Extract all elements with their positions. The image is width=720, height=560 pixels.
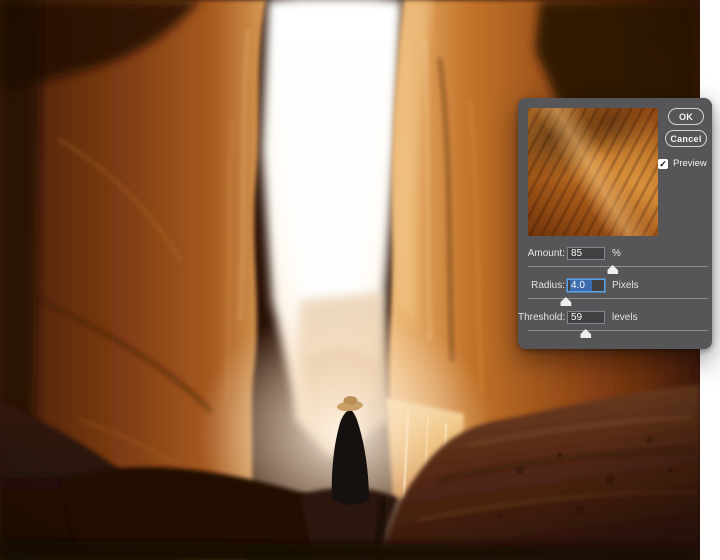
radius-input[interactable]: 4.0	[567, 279, 605, 292]
radius-unit: Pixels	[612, 280, 639, 291]
preview-label: Preview	[673, 158, 707, 169]
check-icon: ✓	[659, 158, 667, 169]
threshold-label: Threshold:	[518, 312, 566, 323]
amount-field-row: Amount: 85 %	[518, 247, 712, 277]
amount-input[interactable]: 85	[567, 247, 605, 260]
threshold-unit: levels	[612, 312, 638, 323]
preview-checkbox[interactable]: ✓	[658, 158, 668, 169]
cancel-button[interactable]: Cancel	[665, 130, 707, 147]
radius-slider-track[interactable]	[528, 297, 708, 306]
radius-label: Radius:	[531, 280, 565, 291]
radius-field-row: Radius: 4.0 Pixels	[518, 279, 712, 309]
preview-toggle[interactable]: ✓ Preview	[658, 158, 707, 169]
amount-slider-thumb[interactable]	[607, 265, 619, 274]
amount-slider-track[interactable]	[528, 265, 708, 274]
threshold-input[interactable]: 59	[567, 311, 605, 324]
amount-label: Amount:	[527, 248, 565, 259]
threshold-field-row: Threshold: 59 levels	[518, 311, 712, 341]
ok-button[interactable]: OK	[668, 108, 704, 125]
radius-slider-thumb[interactable]	[560, 297, 572, 306]
threshold-slider-thumb[interactable]	[580, 329, 592, 338]
canvas: OK Cancel ✓ Preview Amount: 85 % Radius:…	[0, 0, 720, 560]
unsharp-mask-dialog: OK Cancel ✓ Preview Amount: 85 % Radius:…	[518, 98, 712, 349]
amount-unit: %	[612, 248, 621, 259]
threshold-slider-track[interactable]	[528, 329, 708, 338]
filter-preview-thumbnail[interactable]	[528, 108, 658, 236]
